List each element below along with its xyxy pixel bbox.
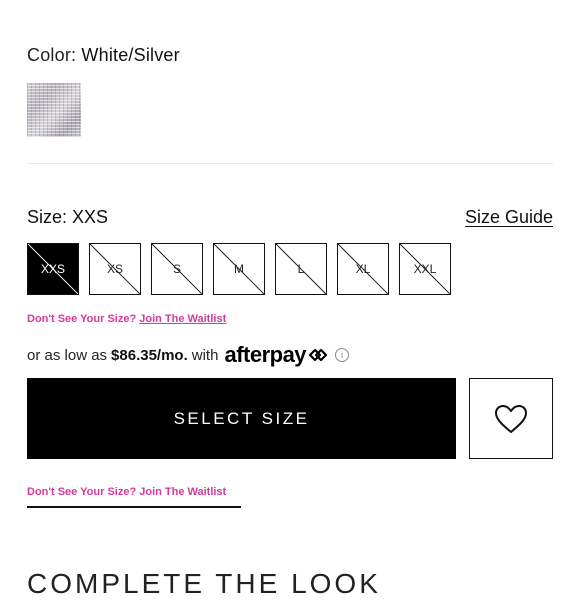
size-option-xl[interactable]: XL xyxy=(337,243,389,295)
size-option-xs[interactable]: XS xyxy=(89,243,141,295)
afterpay-price: $86.35/mo. xyxy=(111,346,188,364)
wishlist-button[interactable] xyxy=(469,378,553,459)
afterpay-row: or as low as $86.35/mo. with afterpay i xyxy=(27,342,350,368)
afterpay-arrows-icon xyxy=(308,348,328,362)
size-option-label: M xyxy=(234,262,244,276)
waitlist-question: Don't See Your Size? xyxy=(27,313,137,325)
size-option-s[interactable]: S xyxy=(151,243,203,295)
waitlist-prompt-top: Don't See Your Size? Join The Waitlist xyxy=(27,313,226,325)
size-option-xxs[interactable]: XXS xyxy=(27,243,79,295)
select-size-button[interactable]: SELECT SIZE xyxy=(27,378,456,459)
size-option-label: L xyxy=(297,262,305,276)
size-option-label: XXL xyxy=(413,262,437,276)
divider xyxy=(27,163,553,164)
size-guide-link[interactable]: Size Guide xyxy=(465,207,553,228)
size-row: Size: XXS xyxy=(27,207,108,228)
afterpay-with: with xyxy=(191,346,219,364)
size-label: Size: xyxy=(27,207,68,227)
color-label: Color: xyxy=(27,45,77,65)
join-waitlist-link[interactable]: Join The Waitlist xyxy=(139,313,226,325)
size-option-label: S xyxy=(172,262,181,276)
size-option-label: XXS xyxy=(40,262,65,276)
afterpay-prefix: or as low as xyxy=(27,346,108,364)
size-option-m[interactable]: M xyxy=(213,243,265,295)
color-row: Color: White/Silver xyxy=(27,45,180,66)
color-value: White/Silver xyxy=(81,45,180,65)
size-option-label: XL xyxy=(355,262,371,276)
size-selected-value: XXS xyxy=(72,207,109,227)
afterpay-logo: afterpay xyxy=(224,342,329,368)
size-option-l[interactable]: L xyxy=(275,243,327,295)
heart-icon xyxy=(495,404,527,433)
size-option-xxl[interactable]: XXL xyxy=(399,243,451,295)
join-waitlist-bottom-link[interactable]: Don't See Your Size? Join The Waitlist xyxy=(27,486,241,508)
info-icon[interactable]: i xyxy=(335,348,350,362)
complete-the-look-heading: COMPLETE THE LOOK xyxy=(27,568,381,599)
afterpay-brand-text: afterpay xyxy=(224,342,307,367)
color-swatch[interactable] xyxy=(27,83,81,137)
size-option-label: XS xyxy=(106,262,123,276)
